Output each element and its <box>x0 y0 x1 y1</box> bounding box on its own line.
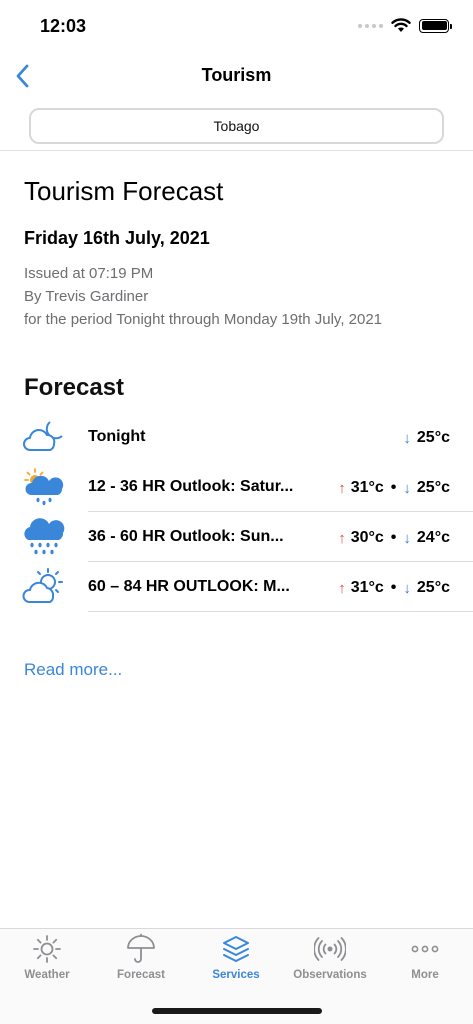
home-indicator <box>152 1008 322 1014</box>
location-picker[interactable]: Tobago <box>29 108 444 144</box>
temperature-range: ↑ 31°c • ↓ 25°c <box>338 479 450 497</box>
report-date: Friday 16th July, 2021 <box>24 228 210 248</box>
low-temperature: 25°c <box>416 579 450 596</box>
high-temperature: 31°c <box>350 579 384 596</box>
tab-services[interactable]: Services <box>189 933 283 989</box>
arrow-up-icon: ↑ <box>338 579 346 597</box>
separator-dot: • <box>390 479 397 496</box>
forecast-period-label: 36 - 60 HR Outlook: Sun... <box>88 528 284 545</box>
broadcast-icon <box>314 937 346 961</box>
low-temperature: 24°c <box>416 529 450 546</box>
tab-label: More <box>411 969 439 981</box>
row-divider <box>88 611 473 612</box>
tab-more[interactable]: More <box>378 933 472 989</box>
status-time: 12:03 <box>40 16 87 36</box>
battery-icon <box>419 18 452 33</box>
arrow-up-icon: ↑ <box>338 529 346 547</box>
location-picker-value: Tobago <box>213 118 260 134</box>
partly-cloudy-icon <box>22 568 63 603</box>
navigation-bar: Tourism <box>0 56 473 96</box>
low-temperature: 25°c <box>416 429 450 446</box>
page-title: Tourism <box>201 65 272 85</box>
tab-forecast[interactable]: Forecast <box>94 933 188 989</box>
forecast-period-label: 12 - 36 HR Outlook: Satur... <box>88 478 294 495</box>
report-heading: Tourism Forecast <box>24 176 224 206</box>
report-meta: Issued at 07:19 PM By Trevis Gardiner fo… <box>24 262 382 331</box>
forecast-heading: Forecast <box>24 374 125 401</box>
tab-observations[interactable]: Observations <box>283 933 377 989</box>
high-temperature: 31°c <box>350 479 384 496</box>
tab-label: Weather <box>24 969 70 981</box>
arrow-up-icon: ↑ <box>338 479 346 497</box>
high-temperature: 30°c <box>350 529 384 546</box>
header-divider <box>0 150 473 151</box>
separator-dot: • <box>390 579 397 596</box>
issued-time: Issued at 07:19 PM <box>24 265 154 282</box>
forecast-period-label: Tonight <box>88 428 146 445</box>
arrow-down-icon: ↓ <box>403 529 411 547</box>
cloud-moon-icon <box>23 421 63 451</box>
forecast-period-label: 60 – 84 HR OUTLOOK: M... <box>88 578 290 595</box>
forecast-row-12-36[interactable]: 12 - 36 HR Outlook: Satur... ↑ 31°c • ↓ … <box>0 462 473 512</box>
sun-icon <box>33 935 61 963</box>
temperature-range: ↓ 25°c <box>403 429 450 447</box>
tab-label: Services <box>212 969 260 981</box>
low-temperature: 25°c <box>416 479 450 496</box>
sun-cloud-rain-icon <box>24 468 64 506</box>
status-icons <box>358 18 452 33</box>
forecast-list: Tonight ↓ 25°c 12 - 36 HR Outlook: Satur… <box>0 412 473 612</box>
arrow-down-icon: ↓ <box>403 479 411 497</box>
temperature-range: ↑ 31°c • ↓ 25°c <box>338 579 450 597</box>
tab-label: Forecast <box>117 969 165 981</box>
tab-label: Observations <box>293 969 367 981</box>
forecast-row-tonight[interactable]: Tonight ↓ 25°c <box>0 412 473 462</box>
arrow-down-icon: ↓ <box>403 579 411 597</box>
forecast-row-36-60[interactable]: 36 - 60 HR Outlook: Sun... ↑ 30°c • ↓ 24… <box>0 512 473 562</box>
forecast-period: for the period Tonight through Monday 19… <box>24 311 383 328</box>
author: By Trevis Gardiner <box>24 288 149 305</box>
layers-icon <box>223 936 249 962</box>
signal-icon <box>358 23 383 28</box>
wifi-icon <box>391 18 411 32</box>
separator-dot: • <box>390 529 397 546</box>
more-dots-icon <box>411 945 439 953</box>
umbrella-icon <box>127 933 155 963</box>
read-more-link[interactable]: Read more... <box>24 660 122 680</box>
tab-weather[interactable]: Weather <box>0 933 94 989</box>
heavy-rain-icon <box>24 518 65 555</box>
arrow-down-icon: ↓ <box>403 429 411 447</box>
forecast-row-60-84[interactable]: 60 – 84 HR OUTLOOK: M... ↑ 31°c • ↓ 25°c <box>0 562 473 612</box>
status-bar: 12:03 <box>0 0 473 50</box>
temperature-range: ↑ 30°c • ↓ 24°c <box>338 529 450 547</box>
